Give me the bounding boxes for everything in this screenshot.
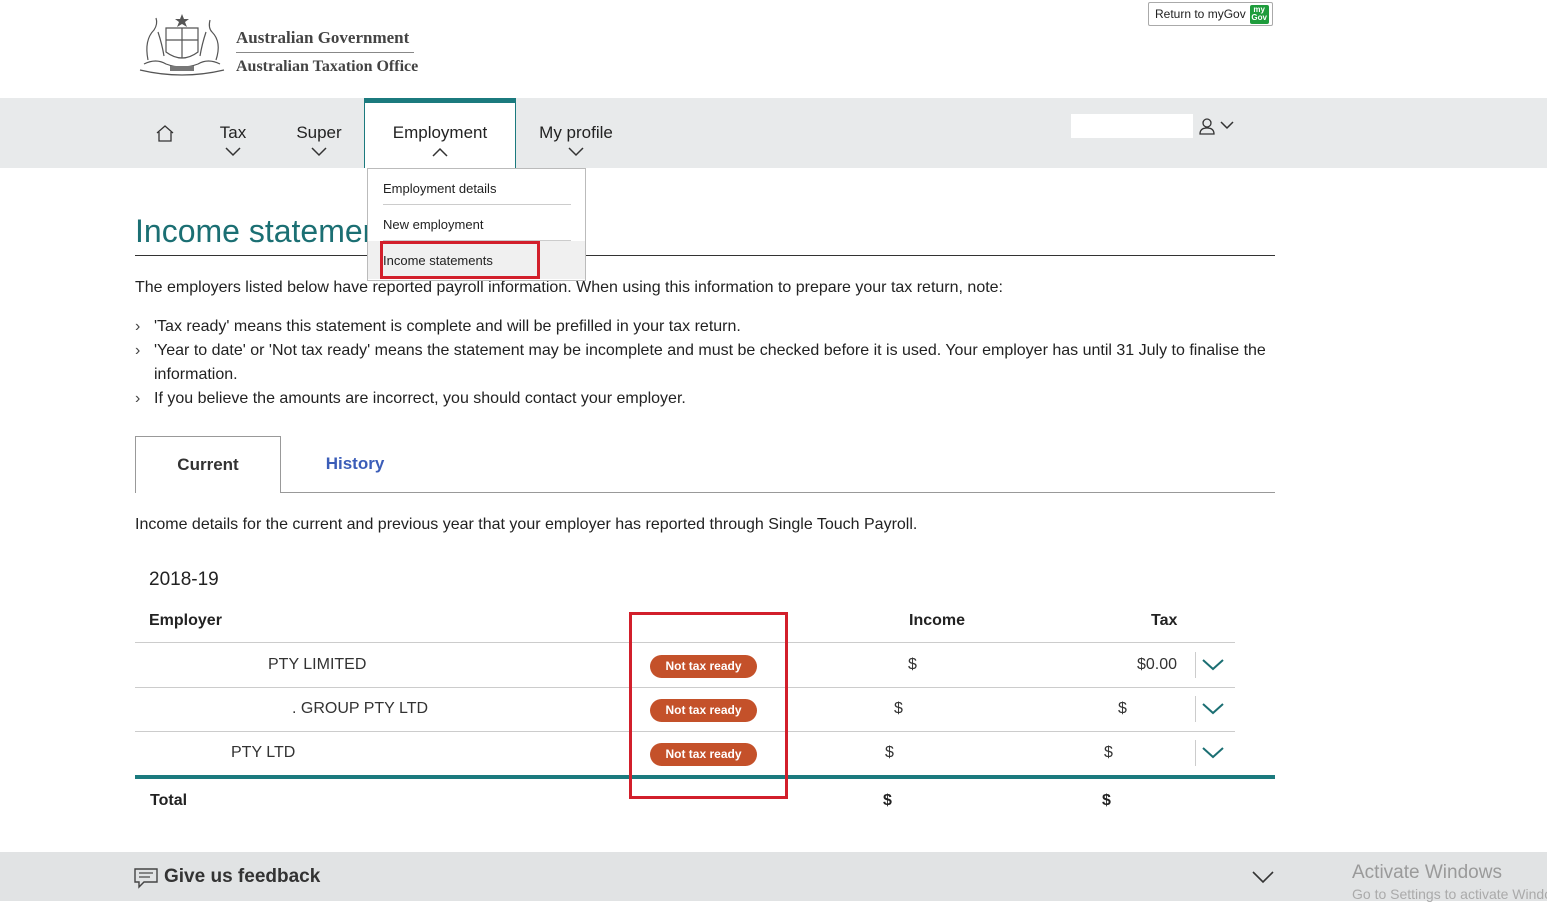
chevron-down-icon <box>1202 659 1224 671</box>
expand-row-button[interactable] <box>1201 656 1227 676</box>
user-menu-button[interactable] <box>1198 117 1238 137</box>
note-text: 'Tax ready' means this statement is comp… <box>154 318 741 335</box>
tax-value: $0.00 <box>1137 656 1178 673</box>
chevron-down-icon[interactable] <box>1252 870 1274 884</box>
chevron-down-icon <box>568 147 584 157</box>
nav-super[interactable]: Super <box>286 98 352 168</box>
gov-name: Australian Government <box>236 28 410 47</box>
return-to-mygov-label: Return to myGov <box>1155 7 1246 21</box>
chevron-right-icon: › <box>135 318 141 335</box>
employer-name: PTY LTD <box>231 744 296 761</box>
user-name-redacted <box>1071 114 1193 138</box>
income-value: $ <box>894 700 903 717</box>
chevron-down-icon <box>1202 703 1224 715</box>
dropdown-item-employment-details[interactable]: Employment details <box>383 181 571 196</box>
mygov-logo-line2: Gov <box>1251 13 1267 22</box>
agency-name: Australian Taxation Office <box>236 58 419 75</box>
title-divider <box>135 255 1275 256</box>
main-nav: Tax Super Employment My profile <box>0 98 1547 168</box>
tab-current[interactable]: Current <box>135 436 281 493</box>
dropdown-divider <box>383 204 571 205</box>
expand-divider <box>1195 652 1196 678</box>
highlight-box-income-statements <box>380 241 540 279</box>
chevron-down-icon <box>1220 121 1234 130</box>
tab-history[interactable]: History <box>300 436 410 492</box>
employer-name: PTY LIMITED <box>268 656 367 673</box>
page-title: Income statements <box>135 213 406 249</box>
note-item: › 'Tax ready' means this statement is co… <box>135 315 1275 339</box>
total-label: Total <box>150 792 188 809</box>
income-value: $ <box>908 656 917 673</box>
nav-tax-label: Tax <box>219 123 247 142</box>
nav-my-profile[interactable]: My profile <box>531 98 621 168</box>
tabs-divider <box>135 492 1275 493</box>
windows-watermark-subtitle: Go to Settings to activate Windows. <box>1352 886 1547 902</box>
nav-employment[interactable]: Employment <box>364 98 516 168</box>
return-to-mygov-button[interactable]: Return to myGov my Gov <box>1148 2 1273 26</box>
total-tax: $ <box>1102 792 1111 809</box>
note-text: If you believe the amounts are incorrect… <box>154 390 686 407</box>
income-value: $ <box>885 744 894 761</box>
chevron-down-icon <box>225 147 241 157</box>
financial-year: 2018-19 <box>149 569 219 590</box>
expand-divider <box>1195 740 1196 766</box>
note-text: 'Year to date' or 'Not tax ready' means … <box>154 342 1266 383</box>
nav-employment-label: Employment <box>392 123 488 142</box>
tax-value: $ <box>1104 744 1113 761</box>
col-header-income: Income <box>909 612 966 629</box>
expand-divider <box>1195 696 1196 722</box>
expand-row-button[interactable] <box>1201 744 1227 764</box>
nav-super-label: Super <box>296 123 342 142</box>
chevron-up-icon <box>432 147 448 157</box>
mygov-logo-icon: my Gov <box>1249 4 1269 24</box>
highlight-box-status-column <box>629 612 788 799</box>
note-item: › 'Year to date' or 'Not tax ready' mean… <box>135 339 1275 387</box>
total-income: $ <box>883 792 892 809</box>
intro-text: The employers listed below have reported… <box>135 279 1003 296</box>
note-item: › If you believe the amounts are incorre… <box>135 387 1275 411</box>
nav-my-profile-label: My profile <box>539 123 613 142</box>
comment-icon <box>134 868 158 889</box>
windows-watermark-title: Activate Windows <box>1352 862 1502 883</box>
feedback-label[interactable]: Give us feedback <box>164 866 320 888</box>
chevron-down-icon <box>1202 747 1224 759</box>
coat-of-arms-logo <box>139 14 225 76</box>
employer-name: . GROUP PTY LTD <box>292 700 429 717</box>
col-header-employer: Employer <box>149 612 222 629</box>
chevron-right-icon: › <box>135 342 141 359</box>
tax-value: $ <box>1118 700 1127 717</box>
nav-tax[interactable]: Tax <box>207 98 259 168</box>
nav-home[interactable] <box>145 98 185 168</box>
user-icon <box>1199 118 1215 135</box>
dropdown-item-new-employment[interactable]: New employment <box>383 217 571 232</box>
home-icon <box>156 125 174 142</box>
tab-description: Income details for the current and previ… <box>135 516 918 533</box>
chevron-right-icon: › <box>135 390 141 407</box>
expand-row-button[interactable] <box>1201 700 1227 720</box>
col-header-tax: Tax <box>1151 612 1178 629</box>
gov-divider <box>236 52 414 53</box>
chevron-down-icon <box>311 147 327 157</box>
